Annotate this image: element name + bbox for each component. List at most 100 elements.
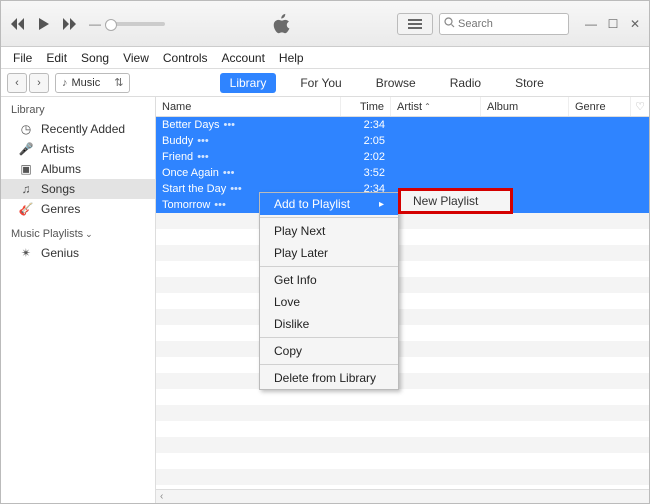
search-input[interactable] (458, 18, 564, 30)
tab-radio[interactable]: Radio (440, 73, 491, 93)
heart-icon: ♡ (635, 100, 645, 113)
close-button[interactable]: ✕ (627, 16, 643, 32)
cell-genre (569, 165, 631, 181)
menu-view[interactable]: View (117, 49, 155, 67)
source-selector[interactable]: ♪ Music ⇅ (55, 73, 130, 93)
ctx-separator (260, 337, 398, 338)
minimize-button[interactable]: — (583, 16, 599, 32)
chevron-right-icon: ▸ (379, 199, 384, 210)
tab-browse[interactable]: Browse (366, 73, 426, 93)
column-love[interactable]: ♡ (631, 97, 649, 116)
sidebar-item-songs[interactable]: ♫ Songs (1, 179, 155, 199)
ctx-add-to-playlist[interactable]: Add to Playlist ▸ (260, 193, 398, 215)
ctx-love[interactable]: Love (260, 291, 398, 313)
menu-file[interactable]: File (7, 49, 38, 67)
table-row[interactable]: Better Days •••2:34 (156, 117, 649, 133)
sidebar-item-genres[interactable]: 🎸 Genres (1, 199, 155, 219)
play-button[interactable] (33, 13, 55, 35)
menu-song[interactable]: Song (75, 49, 115, 67)
column-artist[interactable]: Artist⌃ (391, 97, 481, 116)
menu-help[interactable]: Help (273, 49, 310, 67)
sidebar-header-playlists[interactable]: Music Playlists⌄ (1, 225, 155, 243)
sidebar-item-recently-added[interactable]: ◷ Recently Added (1, 119, 155, 139)
tab-library[interactable]: Library (220, 73, 277, 93)
forward-button[interactable]: › (29, 73, 49, 93)
cell-love[interactable] (631, 149, 649, 165)
horizontal-scrollbar[interactable]: ‹ (156, 489, 649, 503)
table-row[interactable]: Friend •••2:02 (156, 149, 649, 165)
source-label: Music (72, 77, 101, 89)
more-icon[interactable]: ••• (197, 135, 209, 147)
sidebar-item-label: Recently Added (41, 122, 125, 136)
ctx-copy[interactable]: Copy (260, 340, 398, 362)
empty-row (156, 245, 649, 261)
ctx-get-info[interactable]: Get Info (260, 269, 398, 291)
cell-genre (569, 181, 631, 197)
submenu-new-playlist[interactable]: New Playlist (398, 188, 513, 214)
sidebar-header-library: Library (1, 101, 155, 119)
column-genre[interactable]: Genre (569, 97, 631, 116)
ctx-dislike[interactable]: Dislike (260, 313, 398, 335)
cell-love[interactable] (631, 117, 649, 133)
tab-store[interactable]: Store (505, 73, 554, 93)
next-button[interactable] (59, 13, 81, 35)
content: Name Time Artist⌃ Album Genre ♡ Better D… (156, 97, 649, 503)
empty-row (156, 373, 649, 389)
cell-name: Better Days ••• (156, 117, 341, 133)
cell-genre (569, 149, 631, 165)
mic-icon: 🎤 (19, 142, 33, 156)
more-icon[interactable]: ••• (223, 167, 235, 179)
cell-love[interactable] (631, 197, 649, 213)
maximize-button[interactable]: ☐ (605, 16, 621, 32)
ctx-delete[interactable]: Delete from Library (260, 367, 398, 389)
sidebar-item-albums[interactable]: ▣ Albums (1, 159, 155, 179)
cell-artist (391, 165, 481, 181)
more-icon[interactable]: ••• (230, 183, 242, 195)
cell-love[interactable] (631, 133, 649, 149)
empty-row (156, 293, 649, 309)
menu-account[interactable]: Account (216, 49, 271, 67)
menu-edit[interactable]: Edit (40, 49, 73, 67)
column-name[interactable]: Name (156, 97, 341, 116)
nav-tabs: Library For You Browse Radio Store (130, 73, 643, 93)
ctx-separator (260, 364, 398, 365)
previous-button[interactable] (7, 13, 29, 35)
volume-control[interactable]: — (89, 17, 165, 31)
chevron-down-icon: ⌄ (85, 229, 93, 239)
cell-name: Buddy ••• (156, 133, 341, 149)
back-button[interactable]: ‹ (7, 73, 27, 93)
sidebar-item-label: Genius (41, 246, 79, 260)
cell-genre (569, 197, 631, 213)
tab-for-you[interactable]: For You (290, 73, 351, 93)
cell-name: Friend ••• (156, 149, 341, 165)
volume-slider[interactable] (105, 22, 165, 26)
cell-artist (391, 149, 481, 165)
more-icon[interactable]: ••• (223, 119, 235, 131)
search-box[interactable] (439, 13, 569, 35)
clock-icon: ◷ (19, 122, 33, 136)
sidebar-item-genius[interactable]: ✴ Genius (1, 243, 155, 263)
cell-love[interactable] (631, 181, 649, 197)
more-icon[interactable]: ••• (214, 199, 226, 211)
ctx-play-later[interactable]: Play Later (260, 242, 398, 264)
column-time[interactable]: Time (341, 97, 391, 116)
empty-row (156, 469, 649, 485)
menubar: File Edit Song View Controls Account Hel… (1, 47, 649, 69)
table-row[interactable]: Buddy •••2:05 (156, 133, 649, 149)
cell-love[interactable] (631, 165, 649, 181)
apple-logo (165, 11, 397, 37)
cell-time: 2:34 (341, 117, 391, 133)
more-icon[interactable]: ••• (197, 151, 209, 163)
cell-time: 2:05 (341, 133, 391, 149)
empty-row (156, 341, 649, 357)
column-headers: Name Time Artist⌃ Album Genre ♡ (156, 97, 649, 117)
empty-row (156, 277, 649, 293)
cell-album (481, 133, 569, 149)
nav-buttons: ‹ › (7, 73, 49, 93)
table-row[interactable]: Once Again •••3:52 (156, 165, 649, 181)
list-view-button[interactable] (397, 13, 433, 35)
ctx-play-next[interactable]: Play Next (260, 220, 398, 242)
menu-controls[interactable]: Controls (157, 49, 214, 67)
column-album[interactable]: Album (481, 97, 569, 116)
sidebar-item-artists[interactable]: 🎤 Artists (1, 139, 155, 159)
